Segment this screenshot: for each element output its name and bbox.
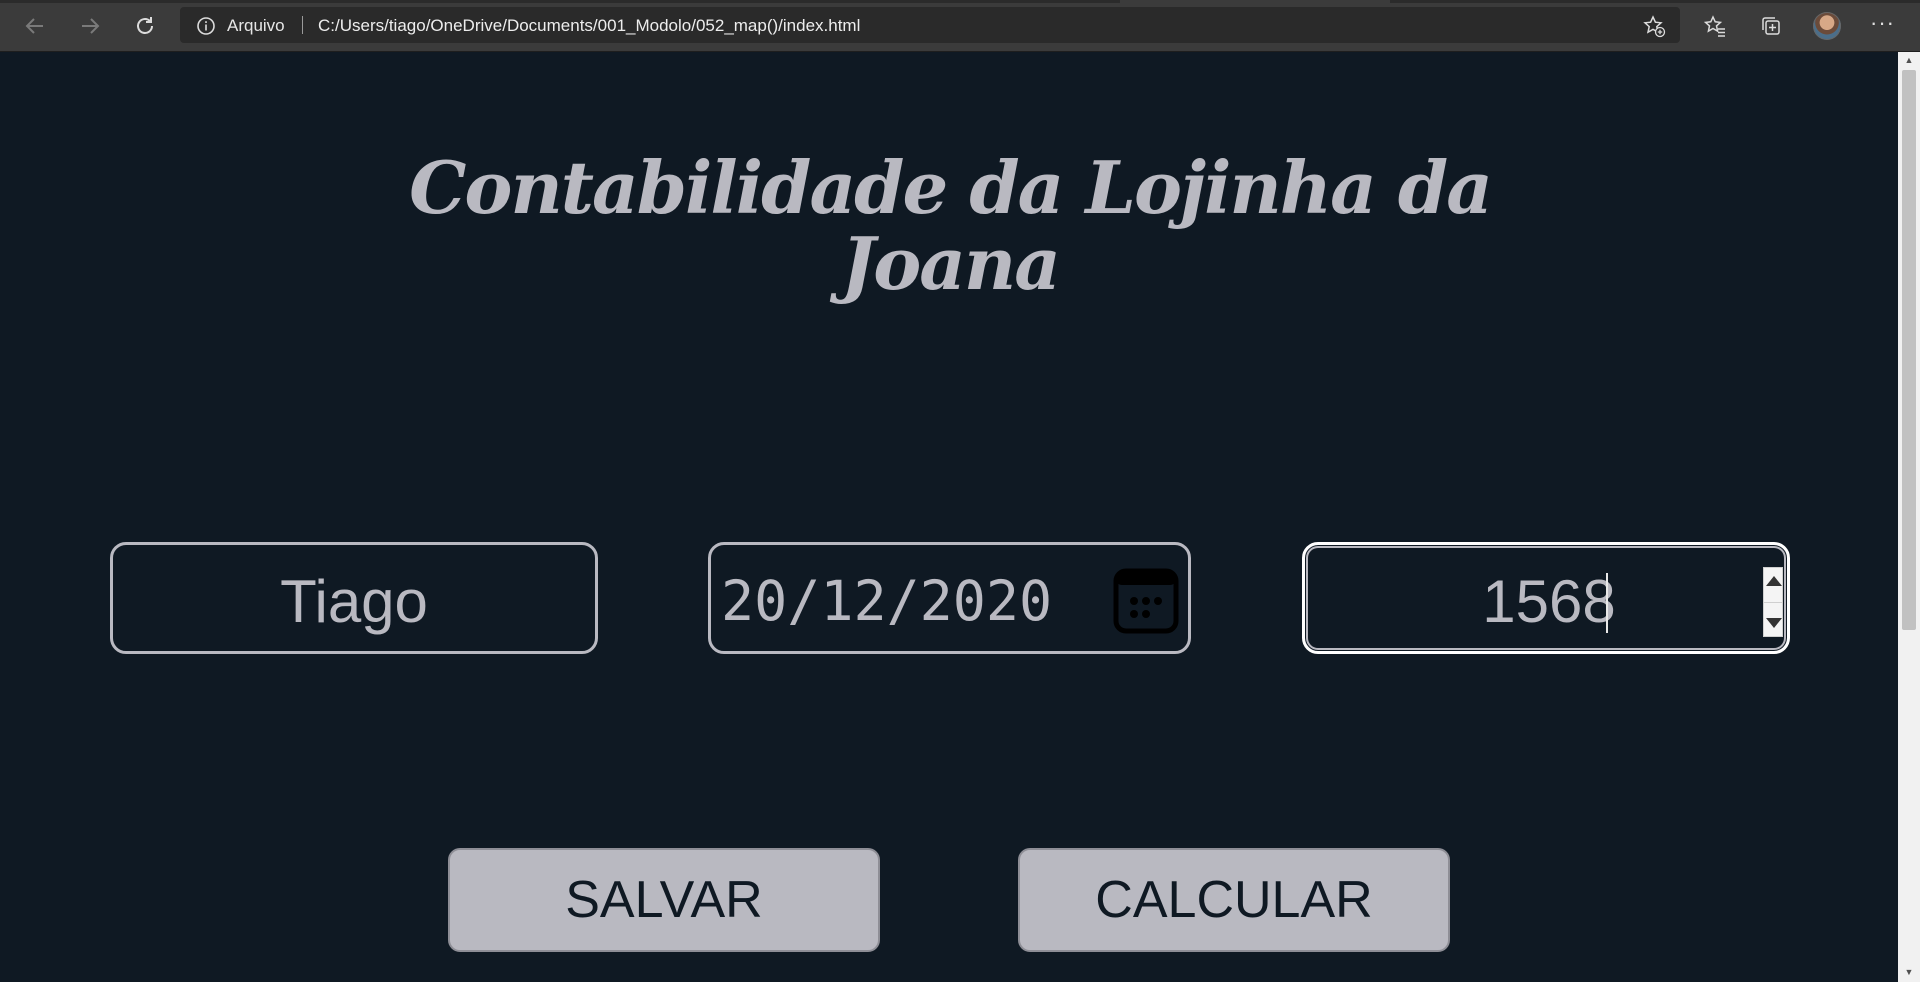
number-spinner[interactable] [1763, 567, 1783, 637]
address-separator [302, 16, 303, 34]
page-title-line-1: Contabilidade da Lojinha da [409, 145, 1493, 230]
calculate-button[interactable]: CALCULAR [1018, 848, 1450, 952]
more-icon[interactable]: ··· [1870, 10, 1895, 36]
back-arrow-icon[interactable] [19, 10, 51, 42]
forward-arrow-icon[interactable] [74, 10, 106, 42]
protocol-label: Arquivo [227, 16, 285, 35]
save-button[interactable]: SALVAR [448, 848, 880, 952]
browser-toolbar: Arquivo C:/Users/tiago/OneDrive/Document… [0, 0, 1920, 52]
date-input-value: 20/12/2020 [721, 569, 1053, 633]
favorites-icon[interactable] [1700, 11, 1730, 41]
scroll-down-arrow-icon[interactable]: ▼ [1903, 966, 1915, 978]
page-title: Contabilidade da Lojinha da Joana [300, 150, 1600, 302]
calendar-icon[interactable] [1113, 567, 1179, 640]
page-title-line-2: Joana [841, 221, 1061, 306]
url-text[interactable]: C:/Users/tiago/OneDrive/Documents/001_Mo… [318, 16, 860, 36]
date-input[interactable]: 20/12/2020 [708, 542, 1191, 654]
spinner-divider [1764, 602, 1782, 603]
name-input-value: Tiago [280, 568, 428, 635]
name-input[interactable]: Tiago [110, 542, 598, 654]
collections-icon[interactable] [1756, 11, 1786, 41]
spinner-down-icon[interactable] [1766, 618, 1782, 628]
scrollbar-thumb[interactable] [1902, 70, 1916, 630]
amount-input-value: 1568 [1482, 568, 1616, 635]
address-bar[interactable]: Arquivo C:/Users/tiago/OneDrive/Document… [180, 7, 1680, 43]
add-favorite-icon[interactable] [1642, 14, 1666, 43]
tab-strip-edge [0, 0, 1920, 3]
text-caret [1606, 573, 1608, 633]
spinner-up-icon[interactable] [1766, 576, 1782, 586]
reload-icon[interactable] [129, 10, 161, 42]
scroll-up-arrow-icon[interactable]: ▲ [1903, 54, 1915, 66]
info-icon[interactable] [196, 16, 216, 41]
amount-input[interactable]: 1568 [1302, 542, 1790, 654]
profile-avatar[interactable] [1813, 12, 1841, 40]
active-tab-edge [1120, 0, 1390, 3]
